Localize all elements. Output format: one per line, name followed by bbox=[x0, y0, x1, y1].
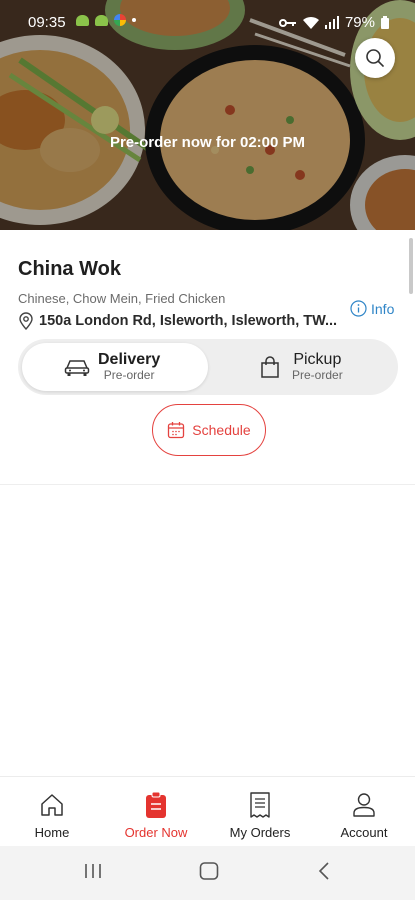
search-icon bbox=[366, 49, 384, 67]
battery-icon bbox=[381, 16, 389, 29]
schedule-button[interactable]: Schedule bbox=[152, 404, 266, 456]
delivery-option[interactable]: Delivery Pre-order bbox=[22, 343, 208, 391]
wifi-icon bbox=[302, 16, 319, 29]
nav-account-label: Account bbox=[340, 825, 388, 840]
preorder-banner-text: Pre-order now for 02:00 PM bbox=[109, 134, 306, 151]
google-icon bbox=[114, 14, 126, 26]
info-label: Info bbox=[371, 300, 395, 317]
android-icon bbox=[76, 14, 89, 26]
nav-my-orders-label: My Orders bbox=[229, 825, 291, 840]
back-icon[interactable] bbox=[316, 860, 332, 882]
home-system-icon[interactable] bbox=[198, 860, 220, 882]
shopping-bag-icon bbox=[261, 356, 279, 378]
receipt-icon bbox=[250, 792, 270, 818]
delivery-sublabel: Pre-order bbox=[103, 368, 155, 383]
delivery-label: Delivery bbox=[98, 350, 161, 368]
location-pin-icon bbox=[19, 312, 33, 330]
notification-icons bbox=[76, 14, 136, 26]
nav-order-now[interactable]: Order Now bbox=[104, 777, 208, 847]
pickup-sublabel: Pre-order bbox=[292, 368, 343, 383]
car-icon bbox=[64, 360, 90, 376]
more-notifications-icon bbox=[132, 18, 136, 22]
status-right: 79% bbox=[278, 14, 389, 31]
info-icon bbox=[350, 300, 367, 317]
vpn-key-icon bbox=[278, 18, 296, 27]
nav-my-orders[interactable]: My Orders bbox=[208, 777, 312, 847]
search-button[interactable] bbox=[355, 38, 395, 78]
address-row: 150a London Rd, Isleworth, Isleworth, TW… bbox=[18, 312, 337, 330]
order-mode-toggle: Delivery Pre-order Pickup Pre-order bbox=[18, 339, 398, 395]
restaurant-cuisines: Chinese, Chow Mein, Fried Chicken bbox=[18, 291, 226, 306]
info-button[interactable]: Info bbox=[350, 300, 394, 317]
restaurant-name: China Wok bbox=[18, 258, 121, 280]
pickup-option[interactable]: Pickup Pre-order bbox=[216, 343, 394, 391]
status-time: 09:35 bbox=[28, 14, 66, 31]
calendar-icon bbox=[168, 422, 185, 439]
signal-icon bbox=[324, 15, 339, 29]
recent-apps-icon[interactable] bbox=[83, 860, 103, 882]
home-icon bbox=[41, 794, 63, 816]
scroll-indicator bbox=[409, 238, 413, 294]
section-divider bbox=[0, 484, 415, 485]
nav-home[interactable]: Home bbox=[0, 777, 104, 847]
pickup-label: Pickup bbox=[293, 350, 342, 368]
account-icon bbox=[353, 793, 375, 817]
nav-home-label: Home bbox=[34, 825, 70, 840]
battery-percent: 79% bbox=[344, 14, 375, 31]
status-bar: 09:35 79% bbox=[0, 0, 415, 44]
schedule-label: Schedule bbox=[192, 422, 251, 438]
restaurant-address: 150a London Rd, Isleworth, Isleworth, TW… bbox=[39, 313, 338, 329]
order-now-icon bbox=[146, 791, 166, 818]
bottom-navigation: Home Order Now My Orders Account bbox=[0, 776, 415, 847]
nav-order-now-label: Order Now bbox=[124, 825, 188, 840]
system-navigation-bar bbox=[0, 846, 415, 900]
android-icon bbox=[95, 14, 108, 26]
nav-account[interactable]: Account bbox=[312, 777, 415, 847]
